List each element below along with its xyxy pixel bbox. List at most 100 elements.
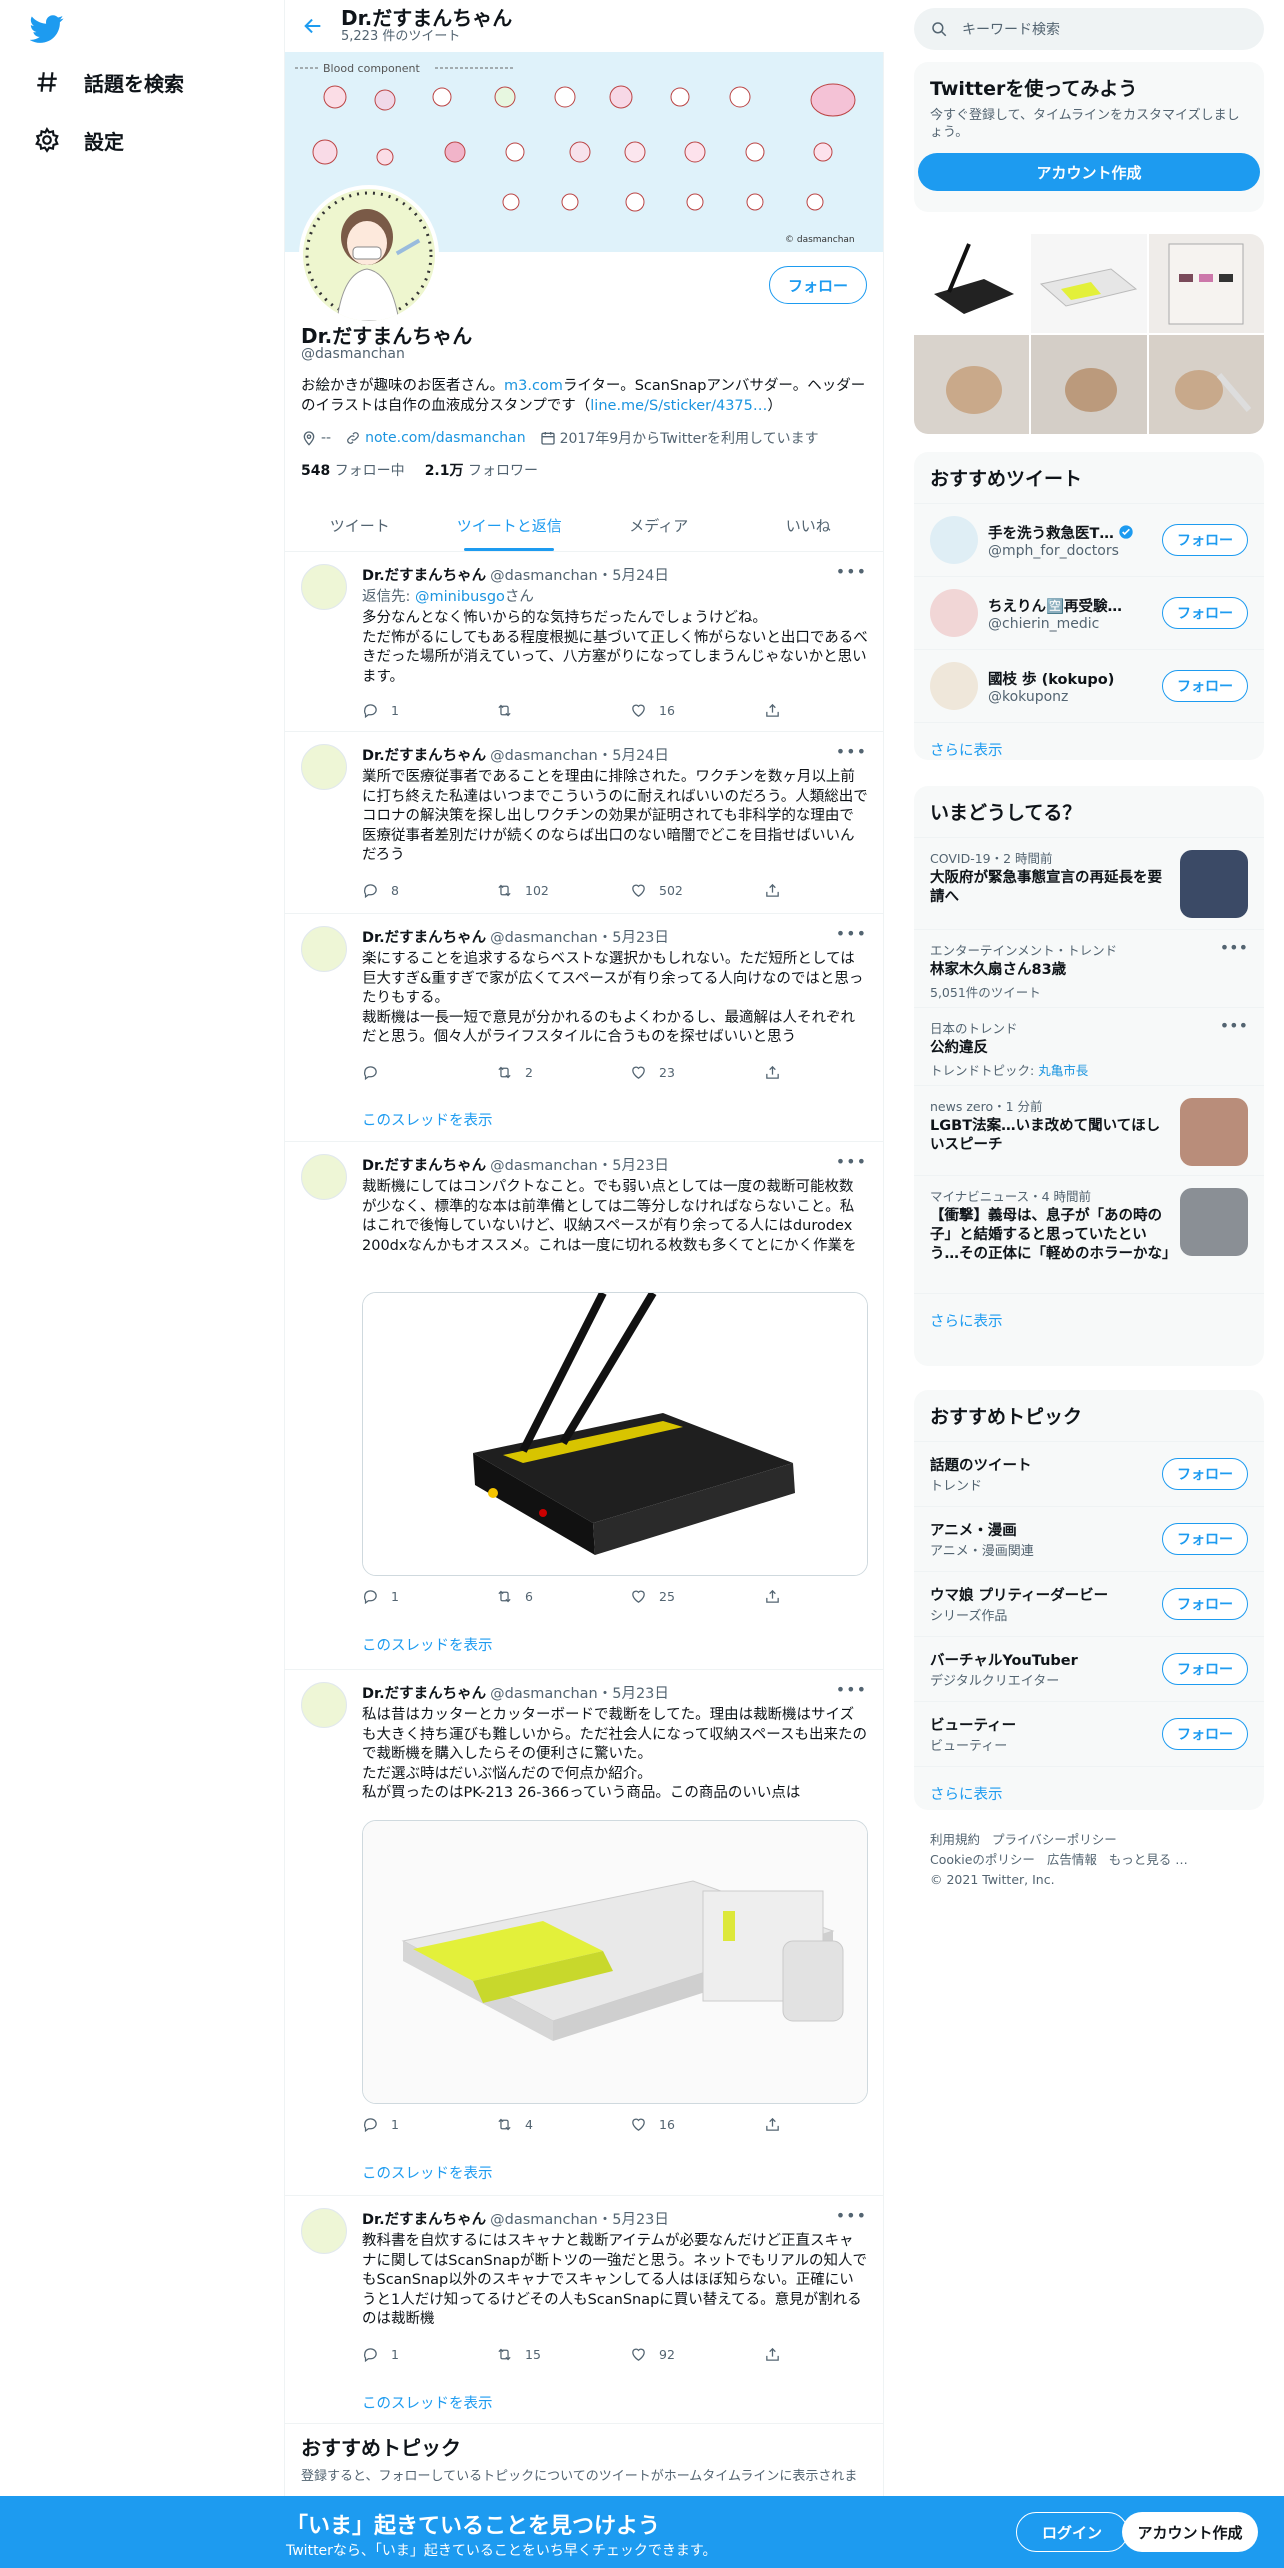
media-thumb[interactable] [1148, 335, 1264, 434]
like-button[interactable]: 502 [630, 882, 764, 899]
trend-item[interactable]: マイナビニュース・4 時間前 【衝撃】義母は、息子が「あの時の子」と結婚すると思… [914, 1175, 1264, 1293]
nav-explore[interactable]: 話題を検索 [34, 62, 184, 102]
user-avatar[interactable] [930, 662, 978, 710]
media-thumb[interactable] [914, 234, 1030, 333]
tweet-author-name[interactable]: Dr.だすまんちゃん [362, 926, 486, 947]
topic-row[interactable]: バーチャルYouTuber デジタルクリエイター フォロー [914, 1636, 1264, 1701]
tweet-avatar[interactable] [301, 1154, 347, 1200]
follow-button[interactable]: フォロー [1162, 1588, 1248, 1620]
follow-button[interactable]: フォロー [1162, 524, 1248, 556]
more-options-icon[interactable]: ••• [836, 742, 867, 761]
tweet[interactable]: Dr.だすまんちゃん @dasmanchan・5月24日 ••• 返信先: @mi… [285, 552, 883, 732]
profile-avatar[interactable] [299, 185, 439, 325]
follow-button[interactable]: フォロー [1162, 1523, 1248, 1555]
tab-tweets[interactable]: ツイート [285, 500, 435, 551]
user-avatar[interactable] [930, 516, 978, 564]
tweet-media-image[interactable] [362, 1820, 868, 2104]
user-row[interactable]: 國枝 歩 (kokupo) @kokuponz フォロー [914, 649, 1264, 722]
tweet-author-name[interactable]: Dr.だすまんちゃん [362, 1154, 486, 1175]
footer-cookie-link[interactable]: Cookieのポリシー [930, 1852, 1035, 1867]
like-button[interactable]: 92 [630, 2346, 764, 2363]
tweet-media-image[interactable] [362, 1292, 868, 1576]
share-button[interactable] [764, 882, 794, 899]
reply-button[interactable]: 1 [362, 2346, 496, 2363]
media-thumb[interactable] [1031, 335, 1147, 434]
tweet-avatar[interactable] [301, 926, 347, 972]
reply-button[interactable]: 1 [362, 1588, 496, 1605]
reply-button[interactable]: 1 [362, 702, 496, 719]
profile-website-link[interactable]: note.com/dasmanchan [365, 430, 525, 446]
topic-row[interactable]: アニメ・漫画 アニメ・漫画関連 フォロー [914, 1506, 1264, 1571]
share-button[interactable] [764, 702, 794, 719]
show-thread-link[interactable]: このスレッドを表示 [362, 1109, 493, 1130]
search-box[interactable]: キーワード検索 [914, 8, 1264, 50]
trend-topic-link[interactable]: 丸亀市長 [1038, 1063, 1088, 1078]
create-account-button[interactable]: アカウント作成 [918, 153, 1260, 191]
media-thumb[interactable] [1031, 234, 1147, 333]
share-button[interactable] [764, 1588, 794, 1605]
tweet[interactable]: Dr.だすまんちゃん @dasmanchan・5月23日 ••• 裁断機にしてはコ… [285, 1142, 883, 1670]
retweet-button[interactable]: 102 [496, 882, 630, 899]
more-options-icon[interactable]: ••• [1220, 938, 1248, 957]
tweet-avatar[interactable] [301, 2208, 347, 2254]
media-thumb[interactable] [1148, 234, 1264, 333]
show-thread-link[interactable]: このスレッドを表示 [362, 2392, 493, 2413]
retweet-button[interactable]: 6 [496, 1588, 630, 1605]
topic-row[interactable]: ウマ娘 プリティーダービー シリーズ作品 フォロー [914, 1571, 1264, 1636]
tweet[interactable]: Dr.だすまんちゃん @dasmanchan・5月23日 ••• 教科書を自炊する… [285, 2196, 883, 2424]
show-more-link[interactable]: さらに表示 [914, 1293, 1264, 1347]
trend-item[interactable]: COVID-19・2 時間前 大阪府が緊急事態宣言の再延長を要請へ [914, 837, 1264, 929]
user-row[interactable]: 手を洗う救急医T… @mph_for_doctors フォロー [914, 503, 1264, 576]
follow-button[interactable]: フォロー [1162, 670, 1248, 702]
user-avatar[interactable] [930, 589, 978, 637]
share-button[interactable] [764, 2346, 794, 2363]
like-button[interactable]: 16 [630, 702, 764, 719]
retweet-button[interactable]: 2 [496, 1064, 630, 1081]
footer-more-link[interactable]: もっと見る … [1109, 1852, 1188, 1867]
tweet-avatar[interactable] [301, 1682, 347, 1728]
footer-terms-link[interactable]: 利用規約 [930, 1832, 980, 1847]
more-options-icon[interactable]: ••• [836, 2206, 867, 2225]
bio-link-line[interactable]: line.me/S/sticker/4375… [590, 398, 767, 414]
more-options-icon[interactable]: ••• [836, 1152, 867, 1171]
login-button[interactable]: ログイン [1016, 2512, 1128, 2552]
reply-button[interactable]: 8 [362, 882, 496, 899]
topic-row[interactable]: ビューティー ビューティー フォロー [914, 1701, 1264, 1766]
search-input[interactable]: キーワード検索 [962, 19, 1060, 39]
tweet-author-name[interactable]: Dr.だすまんちゃん [362, 744, 486, 765]
media-thumb[interactable] [914, 335, 1030, 434]
retweet-button[interactable]: 15 [496, 2346, 630, 2363]
follow-button[interactable]: フォロー [1162, 1458, 1248, 1490]
follow-button[interactable]: フォロー [1162, 1718, 1248, 1750]
retweet-button[interactable] [496, 702, 630, 719]
profile-follow-button[interactable]: フォロー [768, 266, 867, 304]
user-row[interactable]: ちえりん🈳再受験… @chierin_medic フォロー [914, 576, 1264, 649]
bio-link-m3[interactable]: m3.com [504, 378, 563, 394]
tweet-author-name[interactable]: Dr.だすまんちゃん [362, 2208, 486, 2229]
like-button[interactable]: 16 [630, 2116, 764, 2133]
more-options-icon[interactable]: ••• [836, 562, 867, 581]
show-more-link[interactable]: さらに表示 [914, 1766, 1264, 1810]
follow-button[interactable]: フォロー [1162, 1653, 1248, 1685]
follow-button[interactable]: フォロー [1162, 597, 1248, 629]
following-stat[interactable]: 548 フォロー中 [301, 460, 405, 480]
reply-to-link[interactable]: @minibusgo [415, 589, 505, 605]
nav-settings[interactable]: 設定 [34, 120, 124, 160]
share-button[interactable] [764, 1064, 794, 1081]
tweet-avatar[interactable] [301, 564, 347, 610]
tab-media[interactable]: メディア [584, 500, 734, 551]
tab-tweets-and-replies[interactable]: ツイートと返信 [435, 500, 585, 551]
like-button[interactable]: 25 [630, 1588, 764, 1605]
twitter-logo-icon[interactable] [29, 12, 64, 46]
reply-button[interactable]: 1 [362, 2116, 496, 2133]
show-thread-link[interactable]: このスレッドを表示 [362, 1634, 493, 1655]
followers-stat[interactable]: 2.1万 フォロワー [425, 460, 538, 480]
tweet[interactable]: Dr.だすまんちゃん @dasmanchan・5月23日 ••• 楽にすることを追… [285, 914, 883, 1142]
bottom-signup-button[interactable]: アカウント作成 [1122, 2512, 1258, 2552]
retweet-button[interactable]: 4 [496, 2116, 630, 2133]
topic-row[interactable]: 話題のツイート トレンド フォロー [914, 1441, 1264, 1506]
trend-item[interactable]: エンターテインメント・トレンド 林家木久扇さん83歳 5,051件のツイート •… [914, 929, 1264, 1007]
tweet-author-name[interactable]: Dr.だすまんちゃん [362, 564, 486, 585]
tweet-avatar[interactable] [301, 744, 347, 790]
profile-website[interactable]: note.com/dasmanchan [345, 430, 526, 446]
